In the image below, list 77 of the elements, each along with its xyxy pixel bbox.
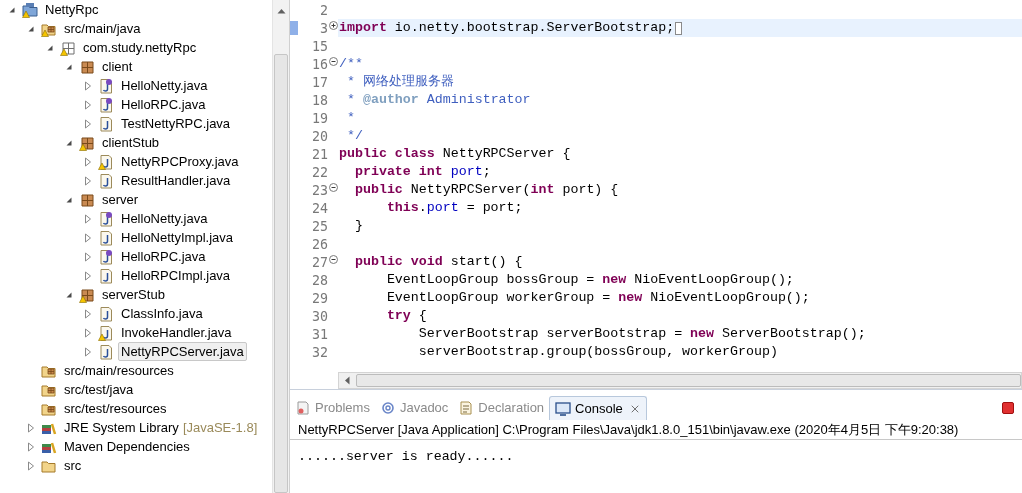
view-tab[interactable]: Console bbox=[549, 396, 647, 420]
collapsed-arrow-icon[interactable] bbox=[82, 250, 94, 263]
code-line: serverBootstrap.group(bossGroup, workerGroup) bbox=[417, 343, 778, 362]
line-number: 2 bbox=[320, 3, 328, 18]
tree-item[interactable]: JRE System Library [JavaSE-1.8] bbox=[61, 418, 261, 437]
code-line: /** bbox=[339, 55, 363, 74]
scroll-up-icon[interactable] bbox=[276, 8, 286, 14]
console-output: ......server is ready...... bbox=[298, 449, 514, 464]
collapse-fold-icon[interactable] bbox=[329, 57, 338, 66]
line-number: 26 bbox=[312, 237, 328, 252]
collapse-fold-icon[interactable] bbox=[329, 255, 338, 264]
item-decoration: [JavaSE-1.8] bbox=[182, 419, 258, 436]
line-number: 19 bbox=[312, 111, 328, 126]
code-line: * 网络处理服务器 bbox=[345, 73, 454, 92]
console-icon bbox=[555, 400, 572, 417]
scrollbar-thumb[interactable] bbox=[274, 54, 288, 493]
code-line: */ bbox=[345, 127, 363, 146]
code-line: import io.netty.bootstrap.ServerBootstrap; bbox=[339, 19, 675, 38]
line-number: 27 bbox=[312, 255, 328, 270]
line-number: 24 bbox=[312, 201, 328, 216]
scroll-left-icon[interactable] bbox=[344, 376, 350, 385]
folded-code-marker[interactable] bbox=[675, 21, 683, 35]
code-line: * @author Administrator bbox=[345, 91, 531, 110]
vertical-scrollbar[interactable] bbox=[272, 0, 289, 493]
line-number: 23 bbox=[312, 183, 328, 198]
code-line: try { bbox=[385, 307, 427, 326]
code-line: private int port; bbox=[353, 163, 491, 182]
collapsed-arrow-icon[interactable] bbox=[82, 212, 94, 225]
line-number: 25 bbox=[312, 219, 328, 234]
line-number: 29 bbox=[312, 291, 328, 306]
collapsed-arrow-icon[interactable] bbox=[82, 345, 94, 358]
horizontal-scrollbar[interactable] bbox=[338, 372, 1022, 389]
collapsed-arrow-icon[interactable] bbox=[82, 117, 94, 130]
collapsed-arrow-icon[interactable] bbox=[82, 326, 94, 339]
expand-fold-icon[interactable] bbox=[329, 21, 338, 30]
line-number: 16 bbox=[312, 57, 328, 72]
collapsed-arrow-icon[interactable] bbox=[82, 174, 94, 187]
line-number: 31 bbox=[312, 327, 328, 342]
line-number: 3 bbox=[320, 21, 328, 36]
line-number: 28 bbox=[312, 273, 328, 288]
code-line: ServerBootstrap serverBootstrap = new ServerBootstrap(); bbox=[417, 325, 866, 344]
view-tab[interactable]: Problems bbox=[290, 396, 375, 420]
line-number: 20 bbox=[312, 129, 328, 144]
code-line: public NettyRPCServer(int port) { bbox=[353, 181, 619, 200]
collapsed-arrow-icon[interactable] bbox=[82, 79, 94, 92]
code-line: EventLoopGroup bossGroup = new NioEventLoopGroup(); bbox=[385, 271, 794, 290]
code-line: EventLoopGroup workerGroup = new NioEventLoopGroup(); bbox=[385, 289, 810, 308]
code-line: * bbox=[345, 109, 355, 128]
collapsed-arrow-icon[interactable] bbox=[82, 269, 94, 282]
collapsed-arrow-icon[interactable] bbox=[82, 231, 94, 244]
scrollbar-thumb[interactable] bbox=[356, 374, 1021, 387]
code-line: } bbox=[353, 217, 363, 236]
view-tab[interactable]: Javadoc bbox=[374, 396, 454, 420]
line-number: 15 bbox=[312, 39, 328, 54]
terminate-button[interactable] bbox=[1002, 402, 1014, 414]
console-title: NettyRPCServer [Java Application] C:\Program Files\Java\jdk1.8.0_151\bin\javaw.exe (2020年4月5日 下午9:20:38) bbox=[290, 420, 1022, 440]
line-number: 30 bbox=[312, 309, 328, 324]
collapsed-arrow-icon[interactable] bbox=[82, 155, 94, 168]
line-number: 22 bbox=[312, 165, 328, 180]
collapse-fold-icon[interactable] bbox=[329, 183, 338, 192]
problems-icon bbox=[295, 400, 311, 416]
line-number: 17 bbox=[312, 75, 328, 90]
code-line: public void start() { bbox=[353, 253, 523, 272]
line-number: 32 bbox=[312, 345, 328, 360]
collapsed-arrow-icon[interactable] bbox=[25, 421, 37, 434]
line-number: 18 bbox=[312, 93, 328, 108]
line-number: 21 bbox=[312, 147, 328, 162]
declaration-icon bbox=[458, 400, 475, 416]
collapsed-arrow-icon[interactable] bbox=[82, 98, 94, 111]
view-tab[interactable]: Declaration bbox=[453, 396, 550, 420]
collapsed-arrow-icon[interactable] bbox=[82, 307, 94, 320]
item-label: JRE System Library bbox=[64, 419, 179, 436]
code-line: this.port = port; bbox=[385, 199, 523, 218]
code-line: public class NettyRPCServer { bbox=[339, 145, 571, 164]
collapsed-arrow-icon[interactable] bbox=[25, 440, 37, 453]
collapsed-arrow-icon[interactable] bbox=[25, 459, 37, 472]
javadoc-icon bbox=[379, 400, 396, 416]
